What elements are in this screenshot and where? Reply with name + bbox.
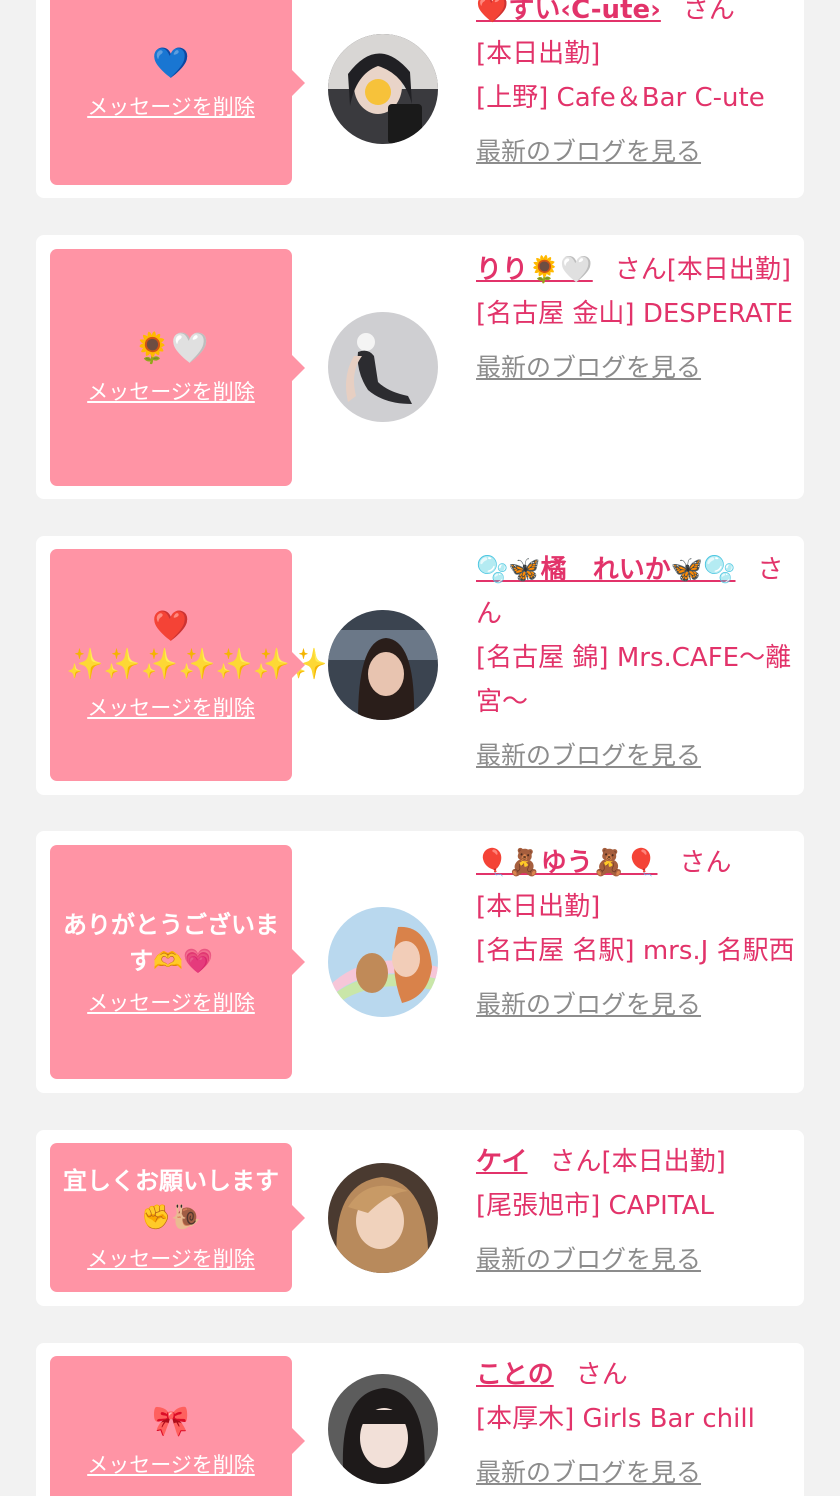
- message-text: 🎀: [152, 1404, 190, 1439]
- latest-blog-link[interactable]: 最新のブログを見る: [476, 734, 701, 778]
- message-card: 💙 メッセージを削除 ❤️すい‹C-ute› さん [本日出勤] [上野] Caf…: [36, 0, 804, 198]
- message-list: 💙 メッセージを削除 ❤️すい‹C-ute› さん [本日出勤] [上野] Caf…: [0, 0, 840, 1496]
- delete-message-link[interactable]: メッセージを削除: [87, 987, 255, 1017]
- message-bubble: 宜しくお願いします✊🐌 メッセージを削除: [50, 1143, 292, 1292]
- delete-message-link[interactable]: メッセージを削除: [87, 91, 255, 121]
- latest-blog-link[interactable]: 最新のブログを見る: [476, 130, 701, 174]
- honorific: さん: [614, 255, 667, 285]
- cast-name-link[interactable]: ケイ: [476, 1147, 527, 1177]
- delete-message-link[interactable]: メッセージを削除: [87, 1243, 255, 1273]
- message-card: 🎀 メッセージを削除 ことの さん [本厚木] Girls Bar chill 最…: [36, 1343, 804, 1496]
- message-text: 💙: [152, 45, 190, 81]
- latest-blog-link[interactable]: 最新のブログを見る: [476, 1238, 701, 1282]
- delete-message-link[interactable]: メッセージを削除: [87, 692, 255, 722]
- honorific: さん: [682, 0, 735, 25]
- cast-info: 🫧🦋橘 れいか🦋🫧 さん [名古屋 錦] Mrs.CAFE〜離宮〜 最新のブログを…: [476, 548, 796, 778]
- honorific: さん: [679, 848, 732, 878]
- cast-info: ❤️すい‹C-ute› さん [本日出勤] [上野] Cafe＆Bar C-ute…: [476, 0, 796, 174]
- status-text: [本日出勤]: [476, 892, 601, 922]
- cast-name-link[interactable]: 🫧🦋橘 れいか🦋🫧: [476, 555, 736, 585]
- shop-text: [名古屋 金山] DESPERATE: [476, 299, 793, 329]
- cast-name-link[interactable]: ❤️すい‹C-ute›: [476, 0, 661, 25]
- shop-text: [上野] Cafe＆Bar C-ute: [476, 83, 765, 113]
- message-bubble: ありがとうございます🫶💗 メッセージを削除: [50, 845, 292, 1079]
- shop-text: [名古屋 錦] Mrs.CAFE〜離宮〜: [476, 643, 792, 717]
- shop-text: [名古屋 名駅] mrs.J 名駅西: [476, 936, 795, 966]
- message-bubble: ❤️✨✨✨✨✨✨✨✨✨✨ メッセージを削除: [50, 549, 440, 781]
- message-card: ありがとうございます🫶💗 メッセージを削除 🎈🧸ゆう🧸🎈 さん [本日出勤] [名…: [36, 831, 804, 1093]
- shop-text: [本厚木] Girls Bar chill: [476, 1404, 755, 1434]
- delete-message-link[interactable]: メッセージを削除: [87, 376, 255, 406]
- status-text: [本日出勤]: [601, 1147, 726, 1177]
- avatar[interactable]: [328, 34, 438, 144]
- message-text: ❤️✨✨✨✨✨✨✨✨✨✨: [66, 609, 440, 682]
- shop-text: [尾張旭市] CAPITAL: [476, 1191, 714, 1221]
- status-text: [本日出勤]: [666, 255, 792, 285]
- message-card: 🌻🤍 メッセージを削除 りり🌻🤍 さん[本日出勤] [名古屋 金山] DESPER…: [36, 235, 804, 499]
- message-bubble: 🎀 メッセージを削除: [50, 1356, 292, 1496]
- message-text: 宜しくお願いします✊🐌: [63, 1166, 279, 1231]
- avatar[interactable]: [328, 1163, 438, 1273]
- latest-blog-link[interactable]: 最新のブログを見る: [476, 983, 701, 1027]
- honorific: さん: [549, 1147, 602, 1177]
- message-card: 宜しくお願いします✊🐌 メッセージを削除 ケイ さん[本日出勤] [尾張旭市] C…: [36, 1130, 804, 1306]
- latest-blog-link[interactable]: 最新のブログを見る: [476, 346, 701, 390]
- latest-blog-link[interactable]: 最新のブログを見る: [476, 1451, 701, 1495]
- message-text: ありがとうございます🫶💗: [63, 911, 279, 975]
- message-text: 🌻🤍: [133, 330, 209, 366]
- cast-info: ことの さん [本厚木] Girls Bar chill 最新のブログを見る: [476, 1353, 796, 1495]
- honorific: さん: [575, 1360, 628, 1390]
- cast-info: 🎈🧸ゆう🧸🎈 さん [本日出勤] [名古屋 名駅] mrs.J 名駅西 最新のブロ…: [476, 841, 796, 1027]
- cast-name-link[interactable]: ことの: [476, 1360, 554, 1390]
- avatar[interactable]: [328, 1374, 438, 1484]
- cast-info: りり🌻🤍 さん[本日出勤] [名古屋 金山] DESPERATE 最新のブログを見…: [476, 248, 796, 390]
- status-text: [本日出勤]: [476, 39, 601, 69]
- cast-name-link[interactable]: 🎈🧸ゆう🧸🎈: [476, 848, 658, 878]
- message-bubble: 💙 メッセージを削除: [50, 0, 292, 185]
- avatar[interactable]: [328, 907, 438, 1017]
- avatar[interactable]: [328, 610, 438, 720]
- message-card: ❤️✨✨✨✨✨✨✨✨✨✨ メッセージを削除 🫧🦋橘 れいか🦋🫧 さん [名古屋 錦…: [36, 536, 804, 795]
- cast-info: ケイ さん[本日出勤] [尾張旭市] CAPITAL 最新のブログを見る: [476, 1140, 796, 1282]
- message-bubble: 🌻🤍 メッセージを削除: [50, 249, 292, 486]
- avatar[interactable]: [328, 312, 438, 422]
- cast-name-link[interactable]: りり🌻🤍: [476, 255, 593, 285]
- delete-message-link[interactable]: メッセージを削除: [87, 1449, 255, 1479]
